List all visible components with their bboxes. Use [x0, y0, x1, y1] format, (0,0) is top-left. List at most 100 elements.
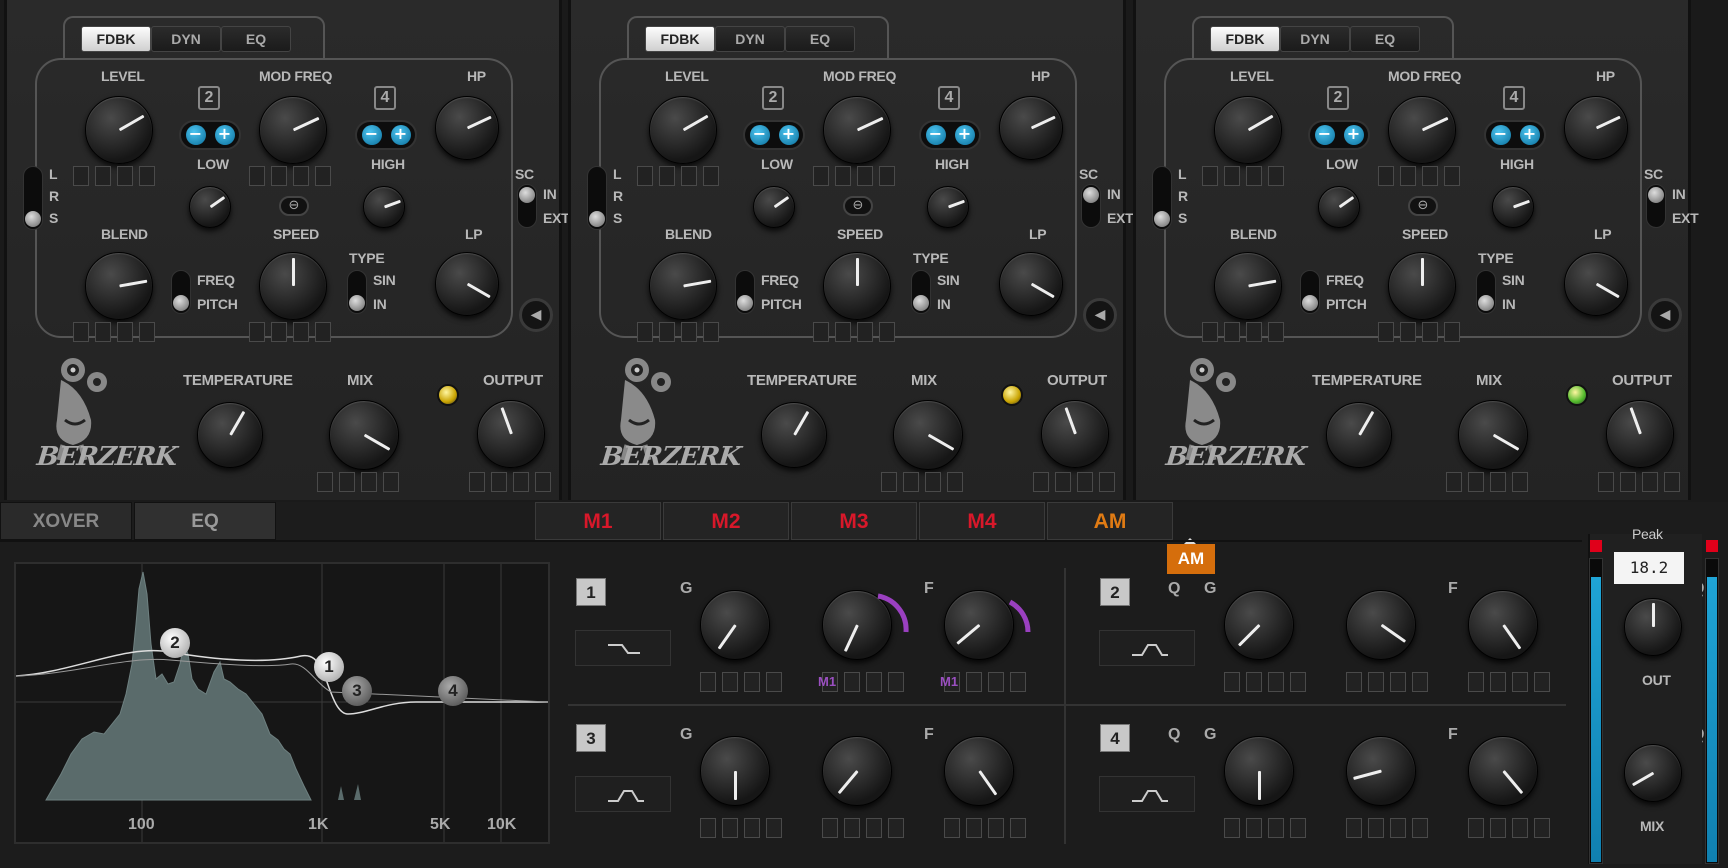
mod-slot[interactable] — [361, 472, 377, 492]
mod-slot[interactable] — [469, 472, 485, 492]
temperature-knob[interactable] — [197, 402, 263, 468]
mod-slot[interactable] — [317, 472, 333, 492]
hp-knob[interactable] — [435, 96, 499, 160]
band-1-number[interactable]: 1 — [576, 578, 606, 606]
mix-knob[interactable] — [1458, 400, 1528, 470]
mod-slot[interactable] — [888, 672, 904, 692]
mod-slot[interactable] — [293, 166, 309, 186]
mod-slot[interactable] — [888, 818, 904, 838]
lrs-switch[interactable] — [587, 166, 607, 230]
mod-slot[interactable] — [117, 166, 133, 186]
high-knob[interactable] — [1492, 186, 1534, 228]
q-mod-tag[interactable]: M1 — [940, 674, 958, 689]
mod-slot[interactable] — [1390, 672, 1406, 692]
mod-slot[interactable] — [1346, 672, 1362, 692]
mod-slot[interactable] — [1368, 818, 1384, 838]
minus-button[interactable]: − — [925, 125, 946, 145]
mod-freq-knob[interactable] — [823, 96, 891, 164]
mod-slot[interactable] — [947, 472, 963, 492]
high-knob[interactable] — [927, 186, 969, 228]
mod-slot[interactable] — [903, 472, 919, 492]
mod-slot[interactable] — [1490, 672, 1506, 692]
mod-slot[interactable] — [383, 472, 399, 492]
sc-switch[interactable] — [517, 184, 537, 228]
mod-slot[interactable] — [1290, 672, 1306, 692]
mod-slot[interactable] — [1055, 472, 1071, 492]
tab-dyn[interactable]: DYN — [715, 26, 785, 52]
mod-freq-knob[interactable] — [1388, 96, 1456, 164]
mod-slot[interactable] — [315, 166, 331, 186]
band-4-number[interactable]: 4 — [1100, 724, 1130, 752]
mod-slot[interactable] — [988, 672, 1004, 692]
mod-slot[interactable] — [879, 322, 895, 342]
tab-xover[interactable]: XOVER — [0, 502, 132, 540]
mod-slot[interactable] — [881, 472, 897, 492]
low-knob[interactable] — [1318, 186, 1360, 228]
low-knob[interactable] — [189, 186, 231, 228]
mod-slot[interactable] — [1268, 672, 1284, 692]
mod-slot[interactable] — [73, 322, 89, 342]
mod-slot[interactable] — [1444, 322, 1460, 342]
hp-knob[interactable] — [1564, 96, 1628, 160]
mod-slot[interactable] — [1378, 166, 1394, 186]
mod-slot[interactable] — [857, 166, 873, 186]
sc-switch[interactable] — [1081, 184, 1101, 228]
mod-slot[interactable] — [703, 322, 719, 342]
mix-mod-slots[interactable] — [1446, 472, 1528, 492]
mod-slot[interactable] — [766, 818, 782, 838]
mod-slot[interactable] — [966, 818, 982, 838]
band-3-g-mod-slots[interactable] — [700, 818, 782, 838]
output-knob[interactable] — [1041, 400, 1109, 468]
speaker-icon[interactable]: ◀ — [1083, 298, 1117, 332]
eq-node-3[interactable]: 3 — [342, 676, 372, 706]
mod-slot[interactable] — [1246, 672, 1262, 692]
blend-mod-slots[interactable] — [73, 322, 155, 342]
band-4-g-mod-slots[interactable] — [1224, 818, 1306, 838]
mod-freq-mod-slots[interactable] — [1378, 166, 1460, 186]
mod-slot[interactable] — [1446, 472, 1462, 492]
mod-slot[interactable] — [1010, 672, 1026, 692]
mod-freq-knob[interactable] — [259, 96, 327, 164]
tab-eq[interactable]: EQ — [1350, 26, 1420, 52]
mod-slot[interactable] — [722, 672, 738, 692]
lp-knob[interactable] — [999, 252, 1063, 316]
band-3-f-knob[interactable] — [822, 736, 892, 806]
plus-button[interactable]: + — [954, 125, 975, 145]
band-2-q-knob[interactable] — [1468, 590, 1538, 660]
freq-pitch-switch[interactable] — [735, 270, 755, 314]
mix-knob[interactable] — [893, 400, 963, 470]
mod-slot[interactable] — [1246, 166, 1262, 186]
minus-button[interactable]: − — [361, 125, 382, 145]
type-switch[interactable] — [1476, 270, 1496, 314]
mod-slot[interactable] — [1534, 672, 1550, 692]
blend-knob[interactable] — [649, 252, 717, 320]
band-1-g-knob[interactable] — [700, 590, 770, 660]
band-3-q-mod-slots[interactable] — [944, 818, 1026, 838]
clip-led-left[interactable] — [1590, 540, 1602, 552]
mod-freq-high-stepper[interactable]: − + — [1484, 120, 1546, 150]
mod-slot[interactable] — [1642, 472, 1658, 492]
speed-mod-slots[interactable] — [1378, 322, 1460, 342]
band-2-f-mod-slots[interactable] — [1346, 672, 1428, 692]
link-icon[interactable]: ⊖ — [279, 196, 309, 216]
band-3-q-knob[interactable] — [944, 736, 1014, 806]
tab-fdbk[interactable]: FDBK — [645, 26, 715, 52]
temperature-knob[interactable] — [761, 402, 827, 468]
mod-slot[interactable] — [1202, 322, 1218, 342]
tab-dyn[interactable]: DYN — [1280, 26, 1350, 52]
type-switch[interactable] — [911, 270, 931, 314]
mod-slot[interactable] — [637, 322, 653, 342]
mod-slot[interactable] — [681, 322, 697, 342]
band-3-shape-button[interactable] — [575, 776, 671, 812]
mod-slot[interactable] — [1422, 166, 1438, 186]
minus-button[interactable]: − — [185, 125, 206, 145]
mod-slot[interactable] — [1490, 472, 1506, 492]
type-switch[interactable] — [347, 270, 367, 314]
temperature-knob[interactable] — [1326, 402, 1392, 468]
minus-button[interactable]: − — [1490, 125, 1511, 145]
mod-slot[interactable] — [813, 322, 829, 342]
mod-slot[interactable] — [1246, 322, 1262, 342]
speed-mod-slots[interactable] — [813, 322, 895, 342]
mod-slot[interactable] — [339, 472, 355, 492]
mod-slot[interactable] — [139, 322, 155, 342]
